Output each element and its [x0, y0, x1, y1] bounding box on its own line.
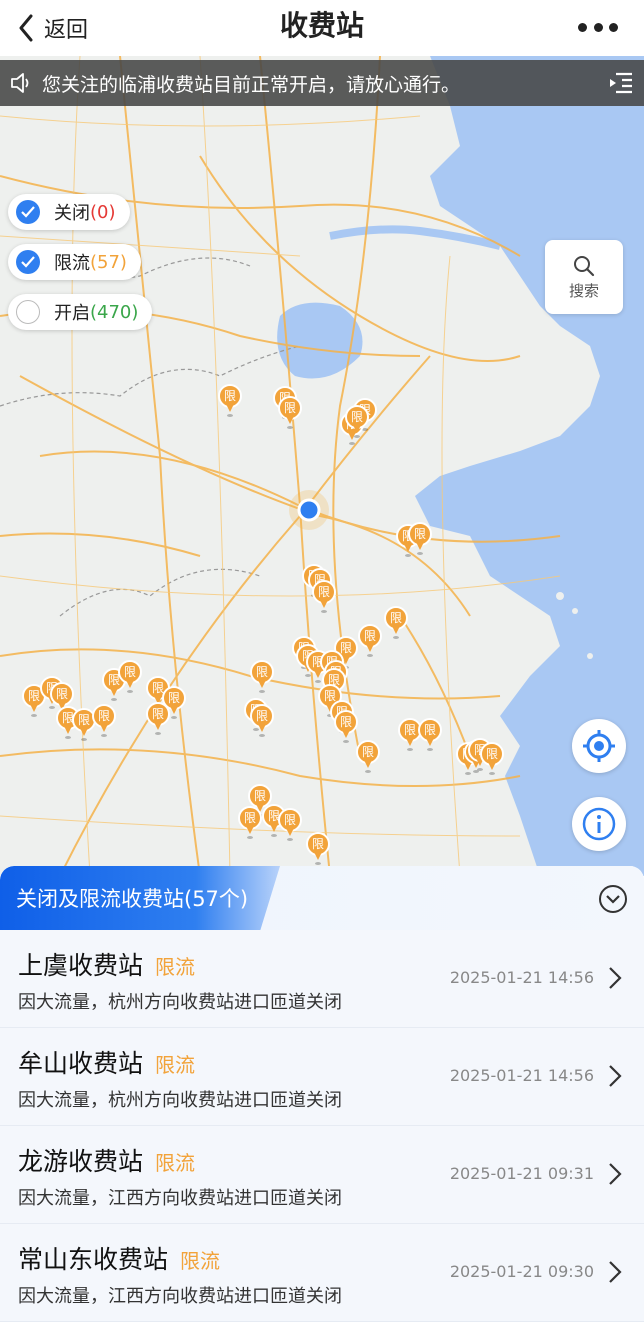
station-name-line: 龙游收费站 限流: [18, 1142, 195, 1178]
toll-station-pin[interactable]: 限: [250, 660, 274, 694]
filter-count: (57): [90, 251, 127, 273]
toll-station-pin[interactable]: 限: [146, 702, 170, 736]
collapse-chevron-icon[interactable]: [598, 884, 628, 914]
search-icon: [574, 255, 595, 276]
chevron-right-icon: [609, 1065, 622, 1087]
panel-header: 关闭及限流收费站(57个): [0, 866, 644, 930]
back-button[interactable]: 返回: [18, 8, 88, 48]
toll-station-pin[interactable]: 限: [384, 606, 408, 640]
list-item[interactable]: 龙游收费站 限流因大流量，江西方向收费站进口匝道关闭 2025-01-21 09:3…: [0, 1126, 644, 1224]
chevron-right-icon: [609, 1261, 622, 1283]
toll-station-pin[interactable]: 限: [312, 580, 336, 614]
notice-text: 您关注的临浦收费站目前正常开启，请放心通行。: [42, 73, 461, 96]
station-name-line: 牟山收费站 限流: [18, 1044, 195, 1080]
page-title: 收费站: [279, 9, 364, 42]
status-badge: 限流: [155, 1151, 196, 1175]
filter-label: 开启: [54, 303, 90, 324]
crosshair-icon: [583, 730, 615, 762]
chevron-right-icon: [609, 1163, 622, 1185]
toll-station-pin[interactable]: 限: [118, 660, 142, 694]
filter-limited[interactable]: 限流 (57): [8, 244, 141, 280]
station-reason: 因大流量，杭州方向收费站进口匝道关闭: [18, 1090, 342, 1111]
toll-station-pin[interactable]: 限: [238, 806, 262, 840]
toll-station-pin[interactable]: 限: [356, 740, 380, 774]
station-name-line: 上虞收费站 限流: [18, 946, 195, 982]
station-time: 2025-01-21 14:56: [449, 968, 594, 987]
station-time: 2025-01-21 14:56: [449, 1066, 594, 1085]
toll-station-pin[interactable]: 限: [408, 522, 432, 556]
panel-tab[interactable]: 关闭及限流收费站(57个): [0, 866, 280, 930]
toll-station-pin[interactable]: 限: [345, 405, 369, 439]
station-reason: 因大流量，杭州方向收费站进口匝道关闭: [18, 992, 342, 1013]
checkbox-unchecked-icon: [16, 300, 40, 324]
chevron-left-icon: [19, 14, 33, 42]
list-item[interactable]: 上虞收费站 限流因大流量，杭州方向收费站进口匝道关闭 2025-01-21 14:5…: [0, 930, 644, 1028]
more-dot-icon: [578, 22, 587, 32]
station-name: 龙游收费站: [18, 1147, 144, 1176]
station-reason: 因大流量，江西方向收费站进口匝道关闭: [18, 1188, 342, 1209]
notice-bar[interactable]: 您关注的临浦收费站目前正常开启，请放心通行。: [0, 60, 644, 106]
station-time: 2025-01-21 09:31: [449, 1164, 594, 1183]
list-item[interactable]: 常山东收费站 限流因大流量，江西方向收费站进口匝道关闭 2025-01-21 09:…: [0, 1224, 644, 1322]
toll-station-pin[interactable]: 限: [92, 704, 116, 738]
map-view[interactable]: [0, 56, 644, 876]
locate-button[interactable]: [572, 719, 626, 773]
toll-station-pin[interactable]: 限: [334, 710, 358, 744]
more-dot-icon: [609, 22, 618, 32]
filter-open[interactable]: 开启 (470): [8, 294, 153, 330]
checkbox-checked-icon: [16, 200, 40, 224]
map-background: [0, 56, 644, 876]
speaker-icon: [11, 73, 29, 93]
map-search-button[interactable]: 搜索: [545, 240, 623, 314]
info-icon: [582, 807, 616, 841]
toll-station-pin[interactable]: 限: [278, 396, 302, 430]
more-menu-button[interactable]: [578, 14, 618, 40]
toll-station-pin[interactable]: 限: [278, 808, 302, 842]
info-button[interactable]: [572, 797, 626, 851]
status-badge: 限流: [180, 1249, 221, 1273]
toll-station-pin[interactable]: 限: [218, 384, 242, 418]
station-reason: 因大流量，江西方向收费站进口匝道关闭: [18, 1286, 342, 1307]
filter-label: 限流: [54, 253, 90, 274]
top-bar: 返回 收费站: [0, 0, 644, 56]
station-list: 上虞收费站 限流 因大流量，杭州方向收费站进口匝道关闭 2025-01-21 14:5…: [0, 930, 644, 1322]
filter-label: 关闭: [54, 203, 90, 224]
toll-station-pin[interactable]: 限: [418, 718, 442, 752]
toll-station-pin[interactable]: 限: [306, 832, 330, 866]
status-badge: 限流: [155, 1053, 196, 1077]
chevron-right-icon: [609, 967, 622, 989]
station-name: 常山东收费站: [18, 1245, 169, 1274]
filter-closed[interactable]: 关闭 (0): [8, 194, 130, 230]
panel-tab-title: 关闭及限流收费站(57个): [16, 887, 249, 911]
toll-station-pin[interactable]: 限: [358, 624, 382, 658]
filter-count: (470): [90, 301, 139, 323]
list-icon[interactable]: [608, 70, 634, 96]
status-badge: 限流: [155, 955, 196, 979]
filter-count: (0): [90, 201, 116, 223]
station-name: 牟山收费站: [18, 1049, 144, 1078]
back-label: 返回: [44, 18, 89, 43]
toll-station-pin[interactable]: 限: [250, 704, 274, 738]
toll-station-pin[interactable]: 限: [480, 742, 504, 776]
station-time: 2025-01-21 09:30: [449, 1262, 594, 1281]
more-dot-icon: [593, 22, 603, 32]
station-name: 上虞收费站: [18, 951, 144, 980]
station-list-panel: 关闭及限流收费站(57个) 上虞收费站 限流 因大流量，杭州方向收费站进口匝道关闭 2…: [0, 866, 644, 1328]
list-item[interactable]: 牟山收费站 限流因大流量，杭州方向收费站进口匝道关闭 2025-01-21 14:5…: [0, 1028, 644, 1126]
search-label: 搜索: [568, 281, 599, 300]
checkbox-checked-icon: [16, 250, 40, 274]
station-name-line: 常山东收费站 限流: [18, 1240, 220, 1276]
